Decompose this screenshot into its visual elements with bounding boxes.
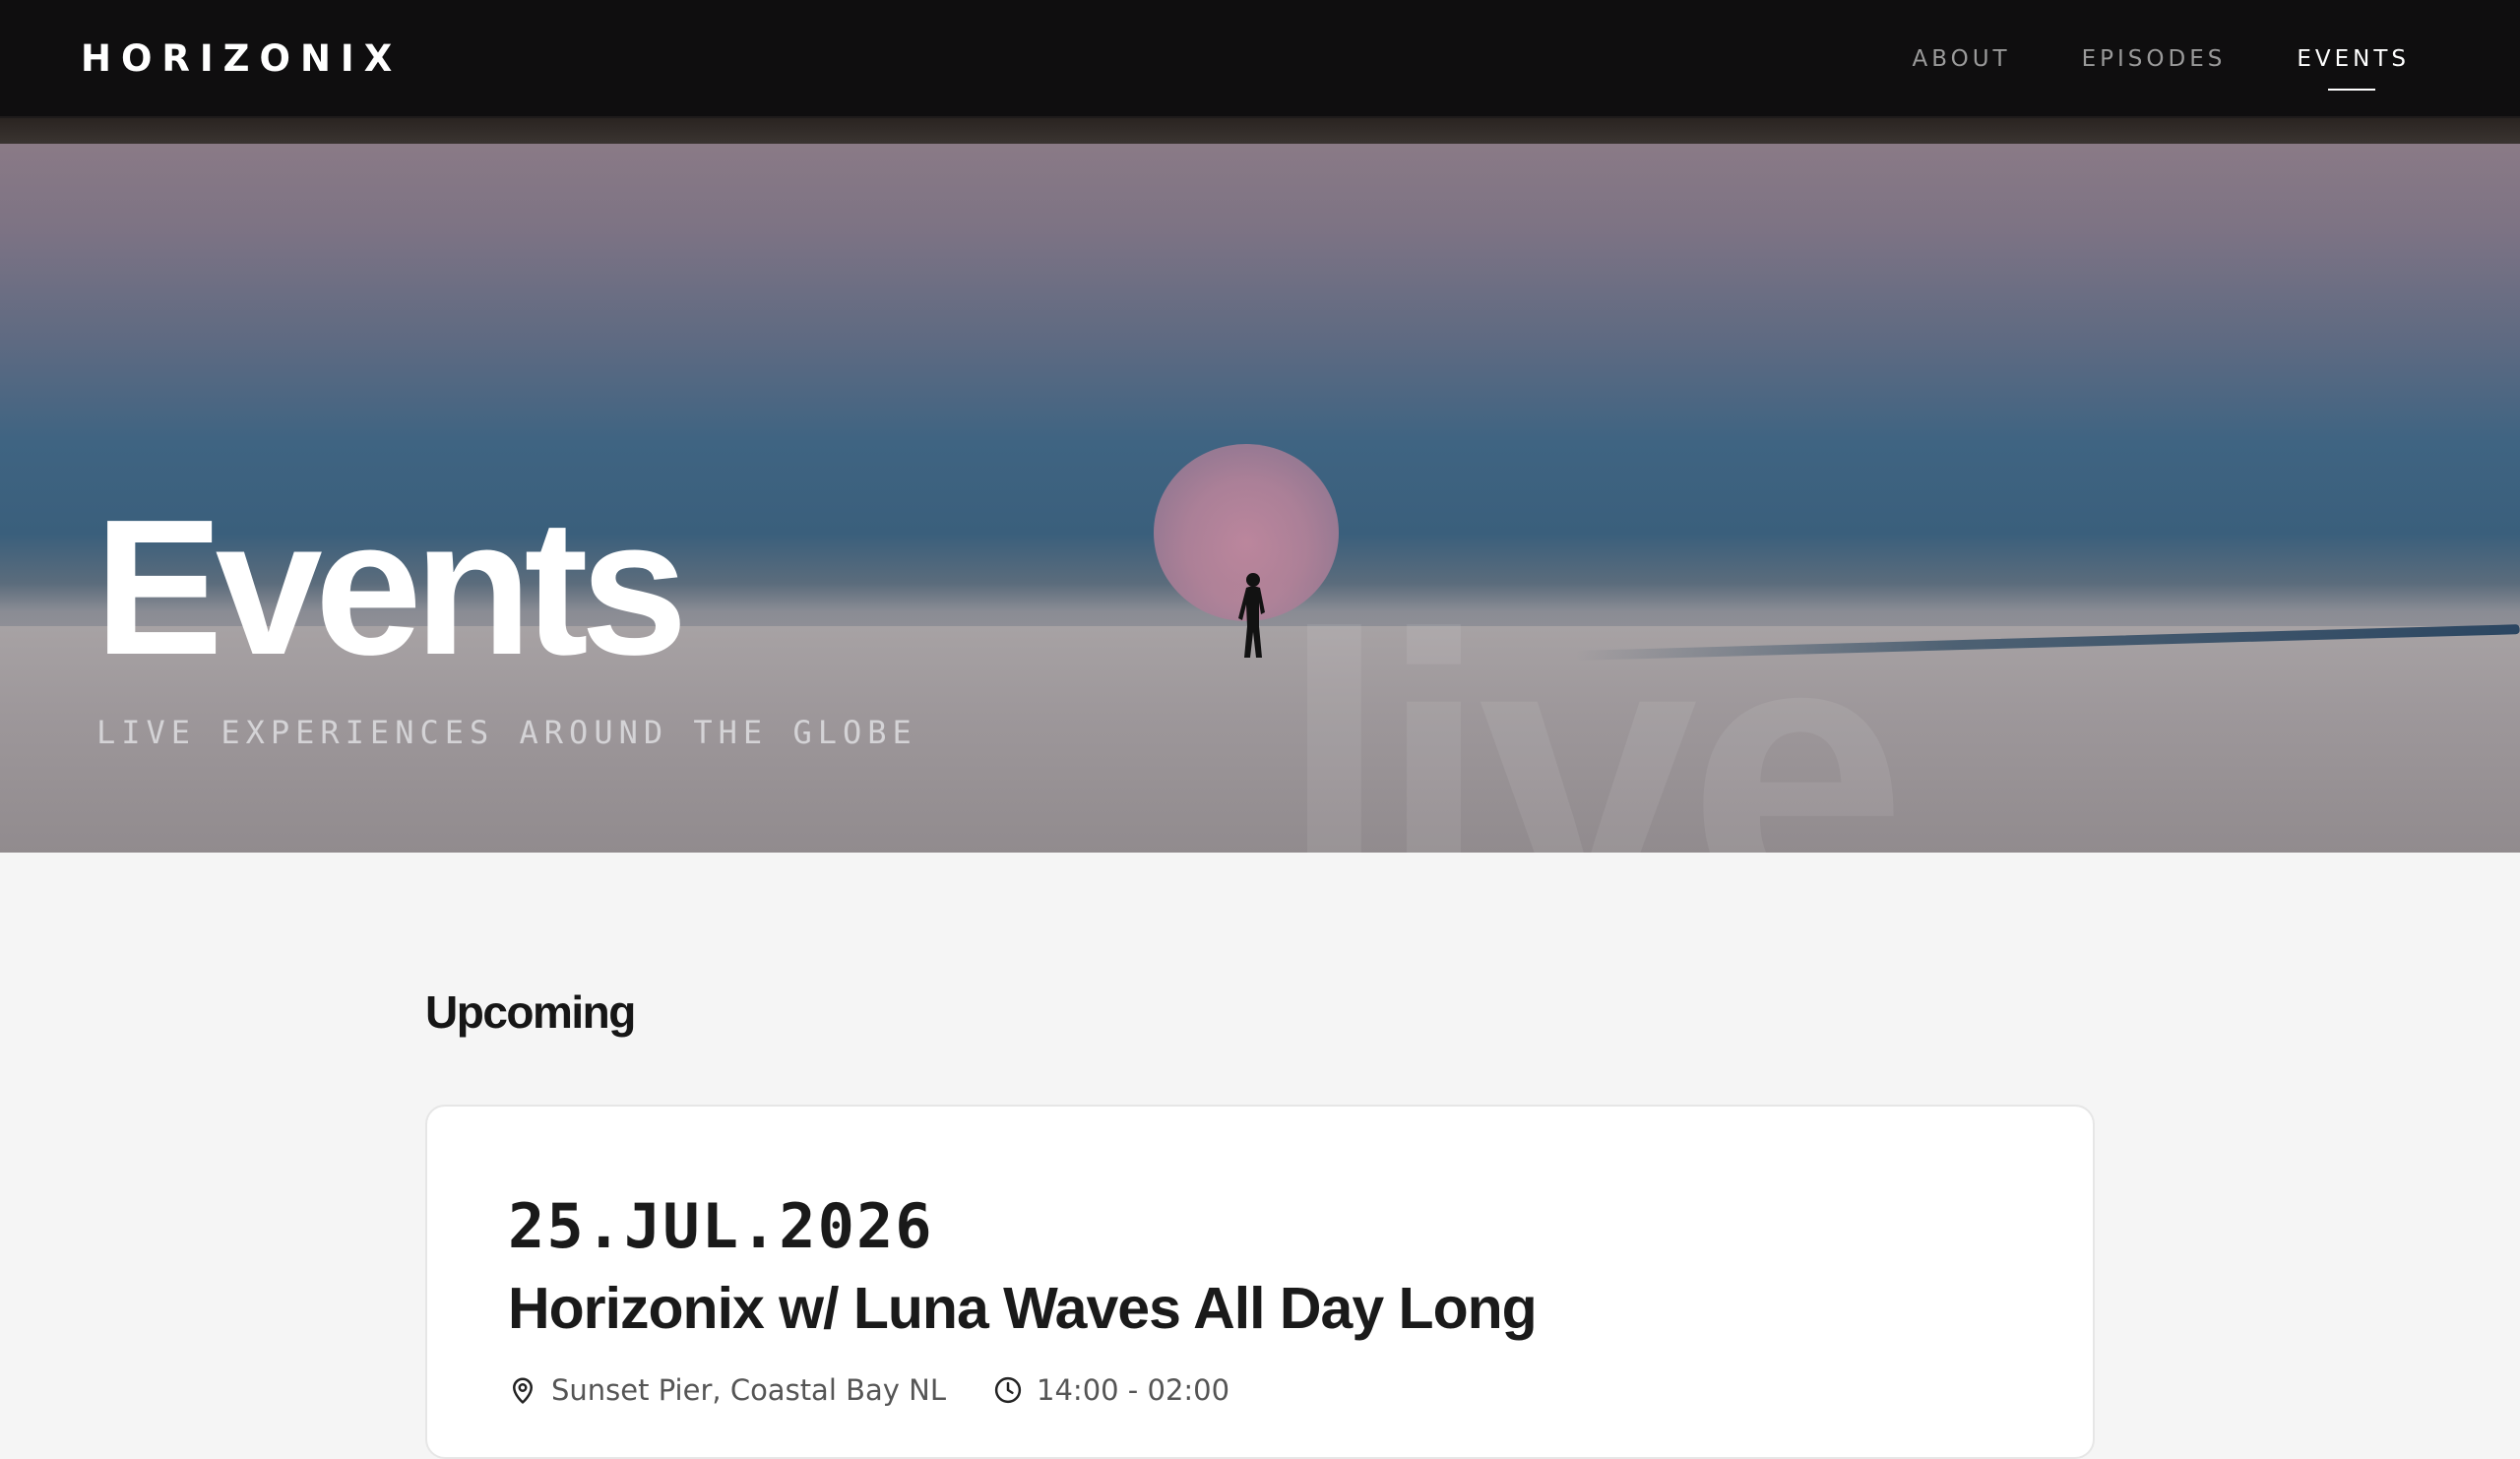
nav-link-about[interactable]: ABOUT <box>1913 43 2011 75</box>
nav-link-episodes[interactable]: EPISODES <box>2082 43 2227 75</box>
page-title: Events <box>94 479 688 695</box>
page-subtitle: LIVE EXPERIENCES AROUND THE GLOBE <box>96 714 917 751</box>
event-time: 14:00 - 02:00 <box>993 1372 1229 1408</box>
event-location: Sunset Pier, Coastal Bay NL <box>508 1372 946 1408</box>
upcoming-section-heading: Upcoming <box>425 986 636 1038</box>
event-location-text: Sunset Pier, Coastal Bay NL <box>551 1373 947 1407</box>
event-date: 25.JUL.2026 <box>508 1190 934 1262</box>
topbar-divider <box>0 118 2520 144</box>
event-meta: Sunset Pier, Coastal Bay NL 14:00 - 02:0… <box>508 1372 1229 1408</box>
brand-logo-link[interactable]: HORIZONIX <box>81 35 402 83</box>
top-navigation-bar: HORIZONIX ABOUT EPISODES EVENTS <box>0 0 2520 118</box>
event-time-text: 14:00 - 02:00 <box>1037 1373 1230 1407</box>
map-pin-icon <box>508 1375 537 1405</box>
event-card[interactable]: 25.JUL.2026 Horizonix w/ Luna Waves All … <box>425 1105 2095 1459</box>
event-title[interactable]: Horizonix w/ Luna Waves All Day Long <box>508 1274 1538 1343</box>
nav-link-events[interactable]: EVENTS <box>2297 43 2410 91</box>
hero-watermark-text: live <box>1280 553 1907 854</box>
main-nav: ABOUT EPISODES EVENTS <box>1913 43 2411 91</box>
walking-person-silhouette <box>1238 573 1265 658</box>
clock-icon <box>993 1375 1023 1405</box>
events-hero-banner: live Events LIVE EXPERIENCES AROUND THE … <box>0 144 2520 853</box>
